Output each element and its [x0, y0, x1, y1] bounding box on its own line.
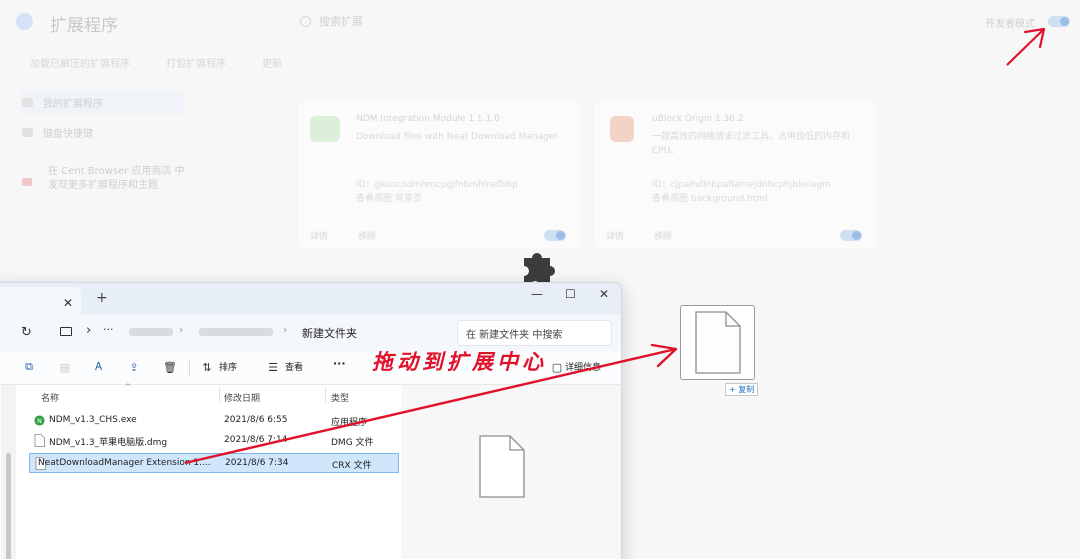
drag-arrow-head — [650, 343, 678, 368]
dev-mode-arrow-line — [1006, 28, 1045, 66]
drag-arrow-line — [184, 347, 677, 465]
annotation-arrows — [184, 27, 1046, 465]
